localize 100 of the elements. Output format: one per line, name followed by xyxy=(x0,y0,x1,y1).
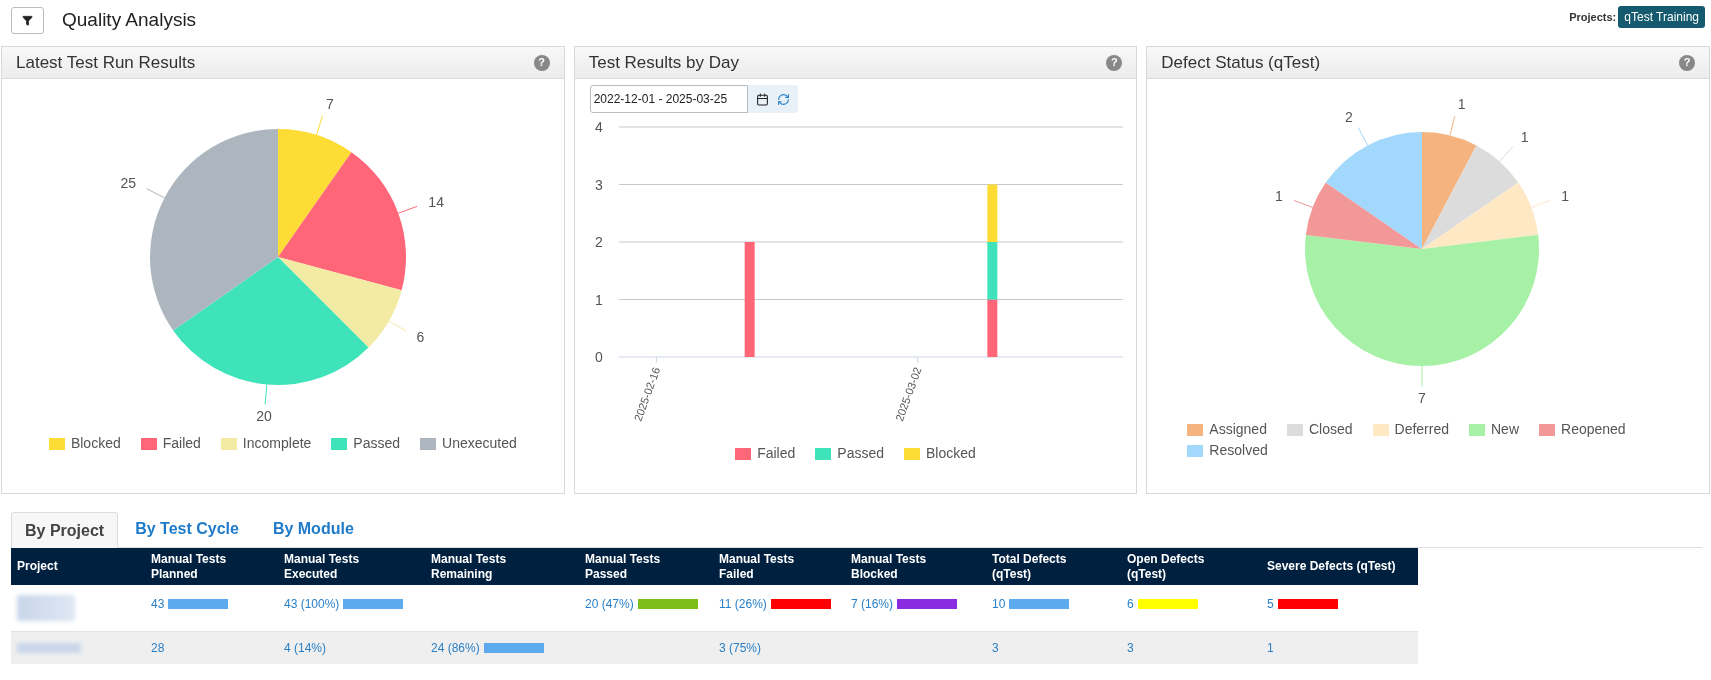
cell-link[interactable]: 43 xyxy=(151,595,165,613)
filter-icon xyxy=(22,14,33,26)
legend-label[interactable]: Deferred xyxy=(1394,419,1449,440)
cell-link[interactable]: 11 (26%) xyxy=(719,595,767,613)
y-tick-label: 4 xyxy=(595,119,603,135)
cell-link[interactable]: 20 (47%) xyxy=(585,595,634,613)
column-header: Manual Tests Executed xyxy=(284,551,361,582)
y-tick-label: 2 xyxy=(595,234,603,250)
help-icon[interactable]: ? xyxy=(533,54,550,71)
panel-title: Test Results by Day xyxy=(588,51,739,74)
legend-swatch xyxy=(815,447,832,460)
column-header: Severe Defects (qTest) xyxy=(1267,559,1397,574)
bar xyxy=(987,242,998,300)
y-tick-label: 1 xyxy=(595,291,603,308)
legend-label[interactable]: Resolved xyxy=(1209,440,1268,461)
leader-line xyxy=(1531,199,1551,208)
cell-link[interactable]: 10 xyxy=(992,595,1006,613)
column-header: Manual Tests Passed xyxy=(585,551,662,582)
slice-label: 1 xyxy=(1457,96,1466,113)
legend-swatch xyxy=(1286,423,1303,436)
projects-label: Projects: xyxy=(1569,9,1617,25)
cell-link[interactable]: 6 xyxy=(1127,595,1134,613)
column-header: Manual Tests Remaining xyxy=(431,551,508,582)
legend-swatch xyxy=(420,437,437,450)
legend-swatch xyxy=(220,437,237,450)
cell-link[interactable]: 24 (86%) xyxy=(431,639,480,657)
legend-label[interactable]: Incomplete xyxy=(242,433,312,454)
help-icon[interactable]: ? xyxy=(1679,54,1695,71)
legend-swatch xyxy=(735,447,752,460)
bar xyxy=(987,184,998,242)
cell-link[interactable]: 43 (100%) xyxy=(284,595,340,613)
legend-label[interactable]: Passed xyxy=(837,443,884,464)
panel-title: Defect Status (qTest) xyxy=(1161,51,1321,74)
cell-link[interactable]: 5 xyxy=(1267,595,1274,613)
cell-link[interactable]: 4 (14%) xyxy=(284,639,327,657)
legend-label[interactable]: New xyxy=(1491,419,1519,440)
leader-line xyxy=(264,384,268,405)
legend-label[interactable]: Passed xyxy=(353,433,401,454)
leader-line xyxy=(146,188,166,199)
legend-swatch xyxy=(1372,423,1389,436)
help-icon[interactable]: ? xyxy=(1106,54,1123,71)
slice-label: 7 xyxy=(1418,390,1427,406)
legend-label[interactable]: Failed xyxy=(757,443,796,464)
slice-label: 2 xyxy=(1345,109,1353,126)
cell-link[interactable]: 3 xyxy=(1127,639,1134,657)
leader-line xyxy=(1293,199,1314,208)
legend-label[interactable]: Blocked xyxy=(926,443,976,464)
y-tick-label: 0 xyxy=(595,349,603,365)
column-header: Project xyxy=(17,559,59,574)
slice-label: 1 xyxy=(1561,188,1570,205)
leader-line xyxy=(1499,145,1514,162)
calendar-icon[interactable] xyxy=(755,92,769,106)
slice-label: 1 xyxy=(1521,129,1529,146)
legend-swatch xyxy=(1469,423,1485,436)
slice-label: 14 xyxy=(428,194,445,211)
refresh-icon[interactable] xyxy=(776,92,790,106)
leader-line xyxy=(1358,127,1369,146)
legend-swatch xyxy=(1539,423,1555,436)
legend-swatch xyxy=(140,437,157,450)
leader-line xyxy=(1449,115,1456,136)
cell-link[interactable]: 28 xyxy=(151,639,165,657)
legend-label[interactable]: Blocked xyxy=(70,433,121,454)
project-badge[interactable]: qTest Training xyxy=(1618,6,1705,28)
leader-line xyxy=(316,115,324,136)
leader-line xyxy=(398,205,418,214)
y-tick-label: 3 xyxy=(595,176,603,193)
tab[interactable]: By Project xyxy=(11,512,119,548)
leader-line xyxy=(1421,365,1423,387)
legend-swatch xyxy=(904,447,920,460)
filter-button[interactable] xyxy=(11,6,44,34)
legend-swatch xyxy=(331,437,348,450)
leader-line xyxy=(388,320,407,332)
slice-label: 25 xyxy=(120,175,137,192)
cell-link[interactable]: 1 xyxy=(1267,639,1274,657)
panel-title: Latest Test Run Results xyxy=(16,51,196,74)
column-header: Total Defects (qTest) xyxy=(992,551,1068,582)
date-range-field[interactable]: 2022-12-01 - 2025-03-25 xyxy=(589,85,748,113)
column-header: Manual Tests Planned xyxy=(151,551,228,582)
tab[interactable]: By Module xyxy=(255,511,371,547)
page-title: Quality Analysis xyxy=(62,7,197,32)
column-header: Open Defects (qTest) xyxy=(1127,551,1206,582)
slice-label: 1 xyxy=(1275,188,1283,205)
legend-label[interactable]: Unexecuted xyxy=(442,433,517,454)
cell-link[interactable]: 3 xyxy=(992,639,999,657)
slice-label: 20 xyxy=(256,408,273,425)
legend-label[interactable]: Assigned xyxy=(1209,419,1267,440)
legend-swatch xyxy=(48,437,65,450)
slice-label: 7 xyxy=(326,96,335,113)
cell-link[interactable]: 7 (16%) xyxy=(851,595,894,613)
cell-link[interactable]: 3 (75%) xyxy=(719,639,762,657)
slice-label: 6 xyxy=(416,329,425,345)
legend-label[interactable]: Failed xyxy=(162,433,201,454)
tab[interactable]: By Test Cycle xyxy=(118,511,256,547)
legend-swatch xyxy=(1187,423,1204,436)
legend-swatch xyxy=(1187,444,1204,457)
legend-label[interactable]: Reopened xyxy=(1561,419,1626,440)
column-header: Manual Tests Blocked xyxy=(851,551,928,582)
column-header: Manual Tests Failed xyxy=(719,551,796,582)
legend-label[interactable]: Closed xyxy=(1308,419,1353,440)
bar xyxy=(987,299,998,357)
